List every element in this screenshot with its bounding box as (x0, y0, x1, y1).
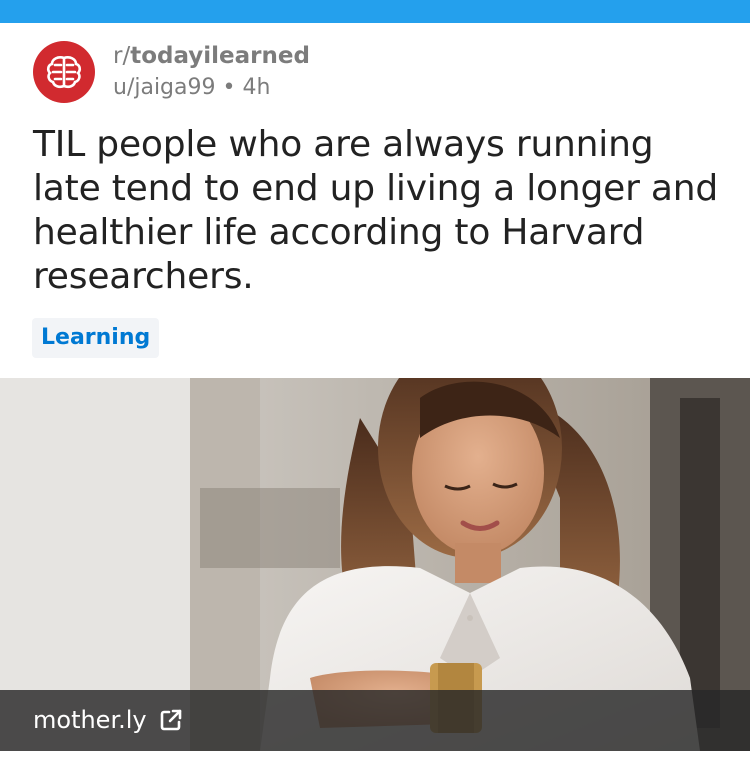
post-header: r/todayilearned u/jaiga99 • 4h (0, 23, 750, 115)
link-domain[interactable]: mother.ly (33, 706, 147, 734)
brain-icon (46, 56, 82, 89)
subreddit-prefix: r/ (113, 43, 131, 69)
author-meta[interactable]: u/jaiga99 • 4h (113, 75, 270, 100)
link-bar[interactable]: mother.ly (0, 690, 750, 751)
post-image[interactable]: mother.ly (0, 378, 750, 751)
external-link-icon[interactable] (158, 707, 184, 733)
post-flair[interactable]: Learning (32, 318, 160, 358)
subreddit-label: todayilearned (130, 43, 310, 69)
subreddit-avatar[interactable] (33, 41, 95, 103)
subreddit-name[interactable]: r/todayilearned (113, 43, 310, 69)
top-accent-bar (0, 0, 750, 23)
post-title[interactable]: TIL people who are always running late t… (33, 123, 723, 299)
bottom-divider (0, 751, 750, 765)
